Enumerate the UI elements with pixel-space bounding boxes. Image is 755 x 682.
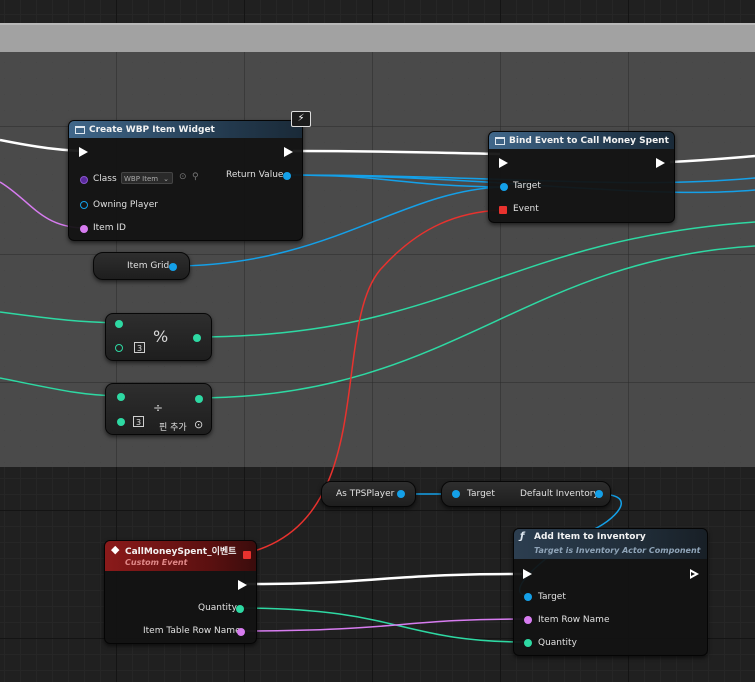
custom-event-node[interactable]: ◆ CallMoneySpent_이벤트 Custom Event Quanti… xyxy=(104,540,257,644)
function-icon xyxy=(495,136,505,145)
target-label: Target xyxy=(513,181,541,191)
item-grid-label: Item Grid xyxy=(127,261,170,271)
exec-wire-out xyxy=(669,154,755,164)
divide-input-b-pin[interactable] xyxy=(117,418,125,426)
return-value-pin[interactable] xyxy=(283,172,291,180)
blueprint-graph-canvas[interactable]: Create WBP Item Widget Class WBP Item ⌄ … xyxy=(0,0,755,682)
divide-value-field[interactable]: 3 xyxy=(133,416,144,427)
int-wire-quantity xyxy=(239,607,527,643)
add-item-subtitle: Target is Inventory Actor Component xyxy=(534,546,701,555)
target-pin[interactable] xyxy=(500,183,508,191)
default-inventory-target-pin[interactable] xyxy=(452,490,460,498)
divide-node[interactable]: 3 ÷ 핀 추가 ⊙ xyxy=(105,383,212,435)
item-grid-pin[interactable] xyxy=(169,263,177,271)
add-item-quantity-label: Quantity xyxy=(538,638,577,648)
return-value-label: Return Value xyxy=(226,170,284,180)
create-widget-header[interactable]: Create WBP Item Widget xyxy=(69,121,302,138)
quantity-label: Quantity xyxy=(198,603,237,613)
default-inventory-output-label: Default Inventory xyxy=(520,489,599,499)
add-item-header[interactable]: ƒ Add Item to Inventory Target is Invent… xyxy=(514,529,707,559)
event-delegate-pin[interactable] xyxy=(499,206,507,214)
as-tps-player-label: As TPSPlayer xyxy=(336,489,395,499)
int-wire-2 xyxy=(0,377,119,397)
browse-icon[interactable]: ⊙ xyxy=(179,172,187,182)
custom-event-delegate-pin[interactable] xyxy=(243,551,251,559)
event-label: Event xyxy=(513,204,539,214)
divide-input-a-pin[interactable] xyxy=(117,393,125,401)
exec-wire-create-to-bind xyxy=(292,149,501,156)
add-item-quantity-pin[interactable] xyxy=(524,639,532,647)
exec-wire-event-to-add xyxy=(245,572,523,586)
as-tps-player-node[interactable]: As TPSPlayer xyxy=(321,481,416,507)
custom-event-title: CallMoneySpent_이벤트 xyxy=(125,547,237,557)
item-row-name-label: Item Row Name xyxy=(538,615,610,625)
item-table-row-name-label: Item Table Row Name xyxy=(143,626,241,636)
bind-event-node[interactable]: Bind Event to Call Money Spent Target Ev… xyxy=(488,131,675,223)
int-wire-4 xyxy=(195,245,755,399)
event-diamond-icon: ◆ xyxy=(111,543,120,556)
monitor-icon: ⚡ xyxy=(291,111,311,127)
function-f-icon: ƒ xyxy=(520,531,525,542)
add-item-target-label: Target xyxy=(538,592,566,602)
function-icon xyxy=(75,125,85,134)
as-tps-player-pin[interactable] xyxy=(397,490,405,498)
add-pin-icon[interactable]: ⊙ xyxy=(194,418,203,431)
item-grid-node[interactable]: Item Grid xyxy=(93,252,190,280)
exec-in-pin[interactable] xyxy=(79,147,88,157)
custom-event-subtitle: Custom Event xyxy=(125,558,188,567)
class-label: Class xyxy=(93,174,117,184)
modulo-operator: % xyxy=(153,327,169,346)
add-item-title: Add Item to Inventory xyxy=(534,532,646,542)
int-wire-1 xyxy=(0,311,119,324)
item-row-name-pin[interactable] xyxy=(524,616,532,624)
exec-out-pin[interactable] xyxy=(238,580,247,590)
custom-event-header[interactable]: ◆ CallMoneySpent_이벤트 Custom Event xyxy=(105,541,256,571)
item-id-pin[interactable] xyxy=(80,225,88,233)
modulo-input-a-pin[interactable] xyxy=(115,320,123,328)
class-pin[interactable] xyxy=(80,176,88,184)
item-id-label: Item ID xyxy=(93,223,126,233)
create-widget-node[interactable]: Create WBP Item Widget Class WBP Item ⌄ … xyxy=(68,120,303,241)
item-table-row-name-pin[interactable] xyxy=(237,628,245,636)
modulo-output-pin[interactable] xyxy=(193,334,201,342)
divide-output-pin[interactable] xyxy=(195,395,203,403)
default-inventory-output-pin[interactable] xyxy=(595,490,603,498)
quantity-pin[interactable] xyxy=(236,605,244,613)
add-item-target-pin[interactable] xyxy=(524,593,532,601)
exec-in-pin[interactable] xyxy=(523,569,532,579)
add-pin-label[interactable]: 핀 추가 xyxy=(159,420,187,433)
add-item-node[interactable]: ƒ Add Item to Inventory Target is Invent… xyxy=(513,528,708,656)
chevron-down-icon: ⌄ xyxy=(163,175,169,183)
class-dropdown-value: WBP Item xyxy=(124,175,159,183)
bind-event-title: Bind Event to Call Money Spent xyxy=(509,135,669,146)
default-inventory-target-label: Target xyxy=(467,489,495,499)
modulo-value-field[interactable]: 3 xyxy=(134,342,145,353)
exec-out-hollow-inner xyxy=(691,572,695,576)
owning-player-label: Owning Player xyxy=(93,200,158,210)
default-inventory-node[interactable]: Target Default Inventory xyxy=(441,481,611,507)
modulo-node[interactable]: 3 % xyxy=(105,313,212,361)
owning-player-pin[interactable] xyxy=(80,201,88,209)
divide-operator: ÷ xyxy=(153,401,164,415)
name-wire-rowname xyxy=(240,618,527,632)
bind-event-header[interactable]: Bind Event to Call Money Spent xyxy=(489,132,674,149)
modulo-input-b-pin[interactable] xyxy=(115,344,123,352)
search-icon[interactable]: ⚲ xyxy=(192,172,199,182)
exec-out-pin[interactable] xyxy=(284,147,293,157)
class-dropdown[interactable]: WBP Item ⌄ xyxy=(121,172,173,184)
create-widget-title: Create WBP Item Widget xyxy=(89,124,215,135)
exec-out-pin[interactable] xyxy=(656,158,665,168)
exec-in-pin[interactable] xyxy=(499,158,508,168)
